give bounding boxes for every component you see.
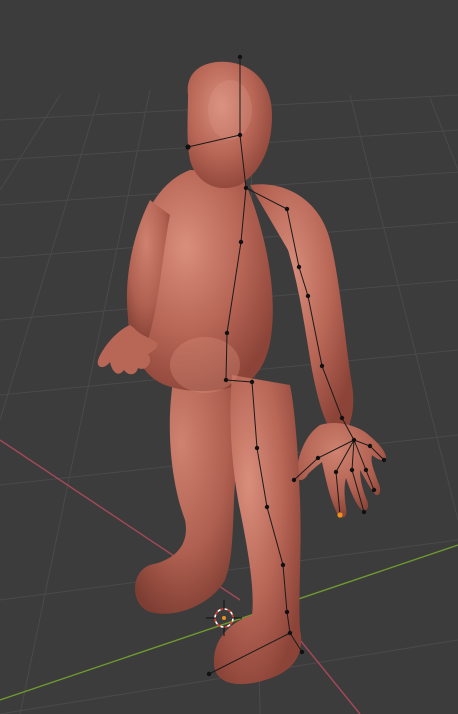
joint (361, 509, 367, 515)
joint (249, 379, 255, 385)
joint (254, 445, 260, 451)
joint (243, 185, 249, 191)
joint (315, 455, 321, 461)
joint (305, 293, 311, 299)
joint (238, 239, 244, 245)
joint (291, 477, 297, 483)
joint (351, 437, 357, 443)
joint (264, 504, 270, 510)
3d-viewport[interactable] (0, 0, 458, 714)
joint (237, 54, 243, 60)
joint (381, 457, 387, 463)
joint (296, 264, 302, 270)
joint (319, 363, 325, 369)
joint (223, 377, 229, 383)
joint (237, 132, 243, 138)
joint (287, 630, 293, 636)
x-axis-line-far (299, 639, 361, 714)
joint (299, 649, 305, 655)
joint (349, 467, 355, 473)
joint (185, 144, 191, 150)
joint (367, 443, 373, 449)
joint (284, 609, 290, 615)
joint (280, 562, 286, 568)
joint (363, 467, 369, 473)
viewport-canvas[interactable] (0, 0, 458, 714)
joint (224, 330, 230, 336)
joint-active (337, 512, 343, 518)
joint (371, 487, 377, 493)
joint (339, 415, 345, 421)
joint (284, 206, 290, 212)
joint (333, 469, 339, 475)
joint (206, 671, 212, 677)
